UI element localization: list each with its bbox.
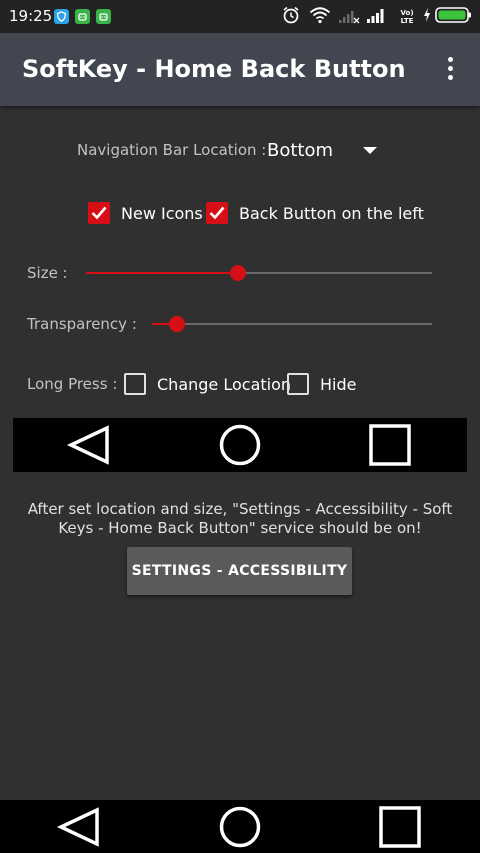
status-bar: 19:25 Vo) LTE — [0, 0, 480, 33]
recents-square-icon[interactable] — [378, 805, 422, 849]
menu-dot — [448, 57, 453, 62]
overflow-menu-icon[interactable] — [440, 55, 460, 85]
navigation-bar-location-select[interactable]: Bottom — [267, 140, 333, 161]
menu-dot — [448, 66, 453, 71]
size-slider-thumb[interactable] — [230, 265, 246, 281]
notification-android-icon-2 — [96, 9, 111, 24]
navigation-bar-location-label: Navigation Bar Location : — [77, 141, 267, 159]
change-location-checkbox[interactable] — [124, 373, 146, 395]
change-location-label[interactable]: Change Location — [157, 375, 291, 394]
transparency-slider-thumb[interactable] — [169, 316, 185, 332]
size-slider[interactable] — [86, 265, 432, 281]
notification-shield-icon — [54, 9, 69, 24]
checkmark-icon — [91, 206, 107, 220]
app-title: SoftKey - Home Back Button — [22, 55, 406, 83]
notification-android-icon — [75, 9, 90, 24]
home-circle-icon[interactable] — [218, 424, 262, 468]
back-triangle-icon[interactable] — [56, 806, 102, 848]
menu-dot — [448, 75, 453, 80]
transparency-label: Transparency : — [27, 315, 137, 333]
size-label: Size : — [27, 264, 68, 282]
size-slider-fill — [86, 272, 238, 274]
recents-square-icon[interactable] — [368, 424, 412, 468]
new-icons-label[interactable]: New Icons — [121, 204, 203, 223]
battery-icon — [435, 7, 471, 23]
hide-label[interactable]: Hide — [320, 375, 356, 394]
dropdown-arrow-icon[interactable] — [363, 147, 377, 154]
checkmark-icon — [209, 206, 225, 220]
long-press-label: Long Press : — [27, 375, 118, 393]
transparency-slider[interactable] — [152, 316, 432, 332]
home-circle-icon[interactable] — [218, 805, 262, 849]
settings-accessibility-button[interactable]: SETTINGS - ACCESSIBILITY — [127, 547, 352, 595]
charging-bolt-icon — [424, 8, 430, 22]
volte-indicator: Vo) LTE — [396, 9, 418, 25]
screen: 19:25 Vo) LTE SoftKey - Home Back Button… — [0, 0, 480, 853]
volte-bottom-text: LTE — [400, 17, 414, 25]
wifi-icon — [309, 7, 331, 24]
app-bar: SoftKey - Home Back Button — [0, 33, 480, 106]
alarm-icon — [283, 6, 299, 24]
navigation-bar-preview — [13, 418, 467, 472]
back-button-left-label[interactable]: Back Button on the left — [239, 204, 424, 223]
status-time: 19:25 — [9, 7, 53, 25]
new-icons-checkbox[interactable] — [88, 202, 110, 224]
signal-icon — [367, 9, 384, 23]
system-navigation-bar — [0, 800, 480, 853]
accessibility-info-text: After set location and size, "Settings -… — [27, 500, 453, 537]
hide-checkbox[interactable] — [287, 373, 309, 395]
signal-empty-icon — [339, 11, 360, 24]
back-button-left-checkbox[interactable] — [206, 202, 228, 224]
back-triangle-icon[interactable] — [66, 424, 112, 466]
volte-top-text: Vo) — [400, 9, 414, 17]
